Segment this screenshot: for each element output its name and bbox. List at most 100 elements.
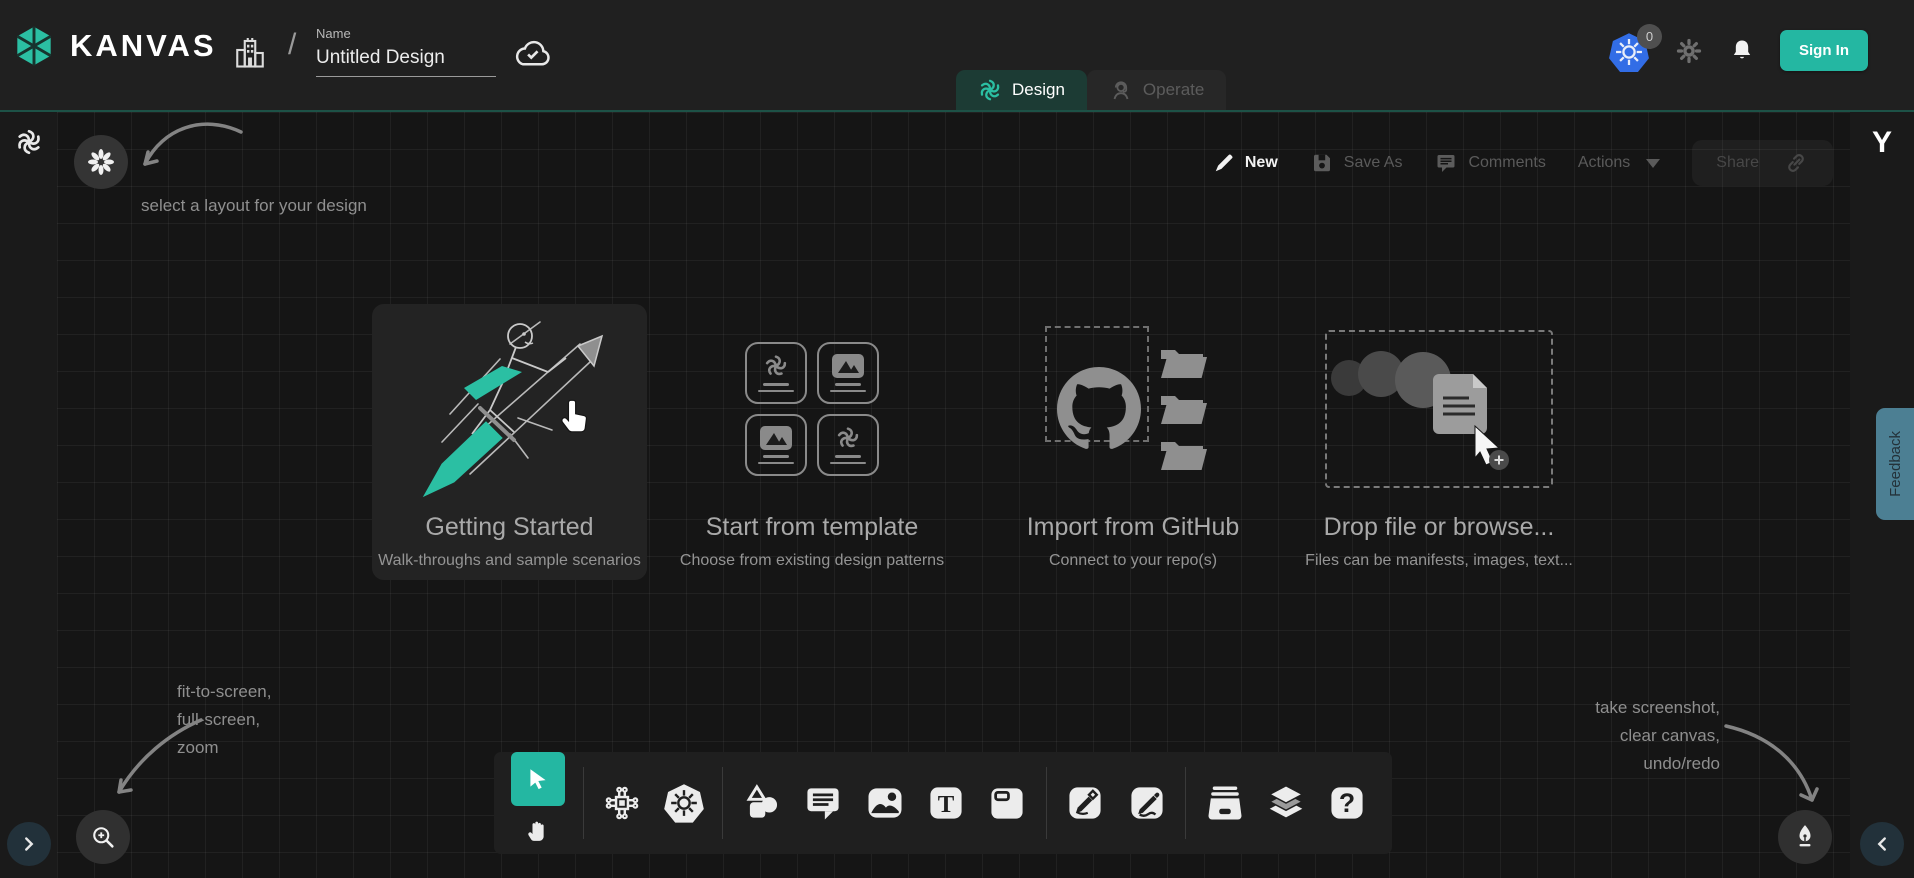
start-from-template-card[interactable]: Start from template Choose from existing…: [677, 304, 947, 580]
card-title: Start from template: [706, 513, 919, 542]
divider: [722, 767, 723, 839]
kubernetes-status[interactable]: 0: [1608, 31, 1650, 71]
drop-file-card[interactable]: Drop file or browse... Files can be mani…: [1314, 304, 1564, 580]
hand-cursor-icon: [559, 396, 595, 440]
comments-button[interactable]: Comments: [1434, 151, 1545, 175]
tools-dock: T: [494, 752, 1392, 854]
layers-tool[interactable]: [1263, 780, 1309, 826]
text-tool-icon: T: [924, 781, 968, 825]
template-tile: [745, 342, 807, 404]
spiral-icon: [763, 353, 789, 379]
pencil-tool[interactable]: [1124, 780, 1170, 826]
tab-operate[interactable]: Operate: [1087, 70, 1226, 110]
kanvas-app: KANVAS / Name Untitled Design: [0, 0, 1914, 878]
pan-tool-button[interactable]: [525, 806, 551, 854]
notifications-bell-icon[interactable]: [1728, 36, 1756, 66]
pen-tool-icon: [1063, 781, 1107, 825]
layout-hint-arrow: [115, 116, 245, 186]
mode-tabs: Design Operate: [956, 70, 1226, 110]
save-floppy-icon: [1310, 151, 1334, 175]
text-tool[interactable]: T: [923, 780, 969, 826]
card-title: Drop file or browse...: [1324, 513, 1555, 542]
header-actions: 0 Sign In: [1608, 30, 1868, 71]
actions-label: Actions: [1578, 154, 1630, 172]
comment-tool[interactable]: [800, 780, 846, 826]
card-title: Import from GitHub: [1027, 513, 1240, 542]
kubernetes-tool[interactable]: [661, 780, 707, 826]
pen-tool[interactable]: [1062, 780, 1108, 826]
drop-zone-dashed-frame: [1325, 330, 1553, 488]
design-canvas[interactable]: select a layout for your design New Save…: [57, 112, 1850, 878]
node-graph-tool[interactable]: [599, 780, 645, 826]
right-rail: Y Feedback: [1850, 112, 1914, 878]
settings-gear-icon[interactable]: [1674, 36, 1704, 66]
expand-right-panel-button[interactable]: [1860, 822, 1904, 866]
help-glyph: ?: [1339, 788, 1355, 818]
cloud-saved-icon: [512, 36, 554, 68]
save-as-button[interactable]: Save As: [1310, 151, 1403, 175]
design-name-field[interactable]: Name Untitled Design: [316, 26, 496, 77]
divider: [1046, 767, 1047, 839]
brand-logo: KANVAS: [12, 24, 217, 68]
brand-name: KANVAS: [70, 28, 217, 64]
k8s-cluster-count-badge: 0: [1637, 24, 1662, 49]
hint-line: full-screen,: [177, 706, 271, 734]
pen-nib-icon: [1790, 822, 1820, 852]
feedback-tab[interactable]: Feedback: [1876, 408, 1914, 520]
starter-cards: Getting Started Walk-throughs and sample…: [372, 304, 1572, 580]
share-label: Share: [1716, 154, 1759, 172]
card-subtitle: Connect to your repo(s): [1049, 552, 1217, 570]
pencil-icon: [1213, 152, 1235, 174]
expand-left-panel-button[interactable]: [7, 822, 51, 866]
help-tool[interactable]: ?: [1324, 780, 1370, 826]
hint-line: undo/redo: [1595, 750, 1720, 778]
tab-design[interactable]: Design: [956, 70, 1087, 110]
dropdown-caret-icon: [1646, 159, 1660, 168]
template-tiles: [745, 342, 879, 476]
new-button[interactable]: New: [1213, 152, 1278, 174]
hint-line: fit-to-screen,: [177, 678, 271, 706]
shapes-icon: [740, 781, 784, 825]
getting-started-card[interactable]: Getting Started Walk-throughs and sample…: [372, 304, 647, 580]
share-button[interactable]: Share: [1692, 140, 1833, 186]
sign-in-button[interactable]: Sign In: [1780, 30, 1868, 71]
hint-line: clear canvas,: [1595, 722, 1720, 750]
actions-dropdown[interactable]: Actions: [1578, 154, 1660, 172]
organization-building-icon[interactable]: [232, 33, 268, 73]
feedback-label: Feedback: [1887, 431, 1904, 497]
share-link-icon: [1783, 150, 1809, 176]
select-layout-button[interactable]: [74, 135, 128, 189]
help-icon: ?: [1325, 781, 1369, 825]
cursor-arrow-icon: [525, 766, 551, 792]
node-graph-icon: [601, 782, 643, 824]
drawer-archive-icon: [1202, 780, 1248, 826]
chevron-left-icon: [1871, 833, 1893, 855]
left-rail: [0, 112, 57, 878]
select-tool-button[interactable]: [511, 752, 565, 806]
image-icon: [831, 353, 865, 379]
template-illustration: [677, 304, 947, 513]
folder-icon: [1157, 390, 1209, 428]
canvas-toolbar: New Save As Comments: [1213, 140, 1833, 186]
canvas-actions-button[interactable]: [1778, 810, 1832, 864]
card-subtitle: Choose from existing design patterns: [680, 552, 944, 570]
zoom-hint-text: fit-to-screen, full-screen, zoom: [177, 678, 271, 762]
screenshot-hint-arrow: [1712, 714, 1842, 819]
pencil-tool-icon: [1125, 781, 1169, 825]
shapes-tool[interactable]: [739, 780, 785, 826]
zoom-controls-button[interactable]: [76, 810, 130, 864]
import-from-github-card[interactable]: Import from GitHub Connect to your repo(…: [1002, 304, 1264, 580]
design-name-input[interactable]: Untitled Design: [316, 47, 496, 77]
drawer-tool[interactable]: [1202, 780, 1248, 826]
name-label: Name: [316, 26, 496, 41]
tab-operate-label: Operate: [1143, 80, 1204, 100]
hint-line: zoom: [177, 734, 271, 762]
layout-hint-text: select a layout for your design: [141, 192, 367, 220]
note-tool[interactable]: [984, 780, 1030, 826]
drop-file-illustration: [1314, 304, 1564, 513]
card-subtitle: Walk-throughs and sample scenarios: [378, 552, 641, 570]
tab-design-label: Design: [1012, 80, 1065, 100]
image-tool[interactable]: [862, 780, 908, 826]
spiral-menu-icon[interactable]: [15, 128, 43, 156]
y-logo: Y: [1872, 126, 1892, 160]
